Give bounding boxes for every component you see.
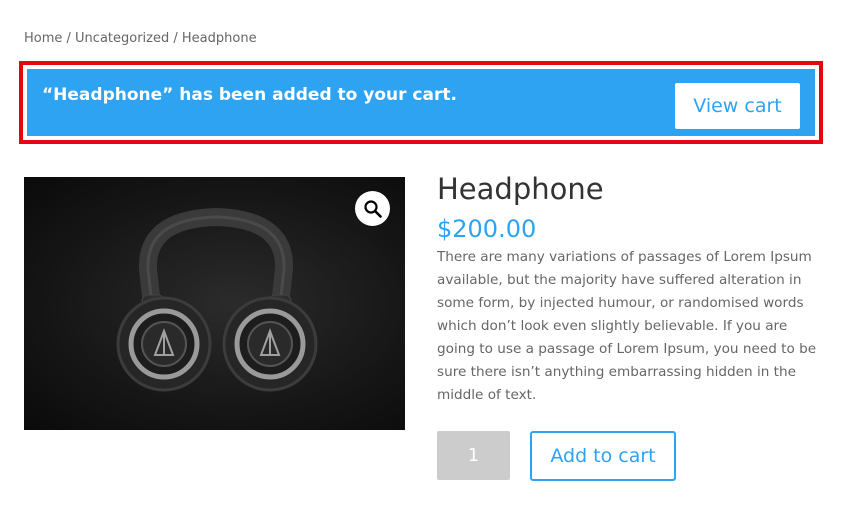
cart-notice: “Headphone” has been added to your cart.… [27,69,815,136]
add-to-cart-button[interactable]: Add to cart [530,431,676,481]
breadcrumb-current: Headphone [181,31,257,46]
product-description: There are many variations of passages of… [437,249,817,403]
product-image[interactable] [24,177,405,430]
view-cart-button[interactable]: View cart [675,83,800,129]
breadcrumb-home[interactable]: Home [24,31,62,46]
product-price: $200.00 [437,215,537,243]
zoom-button[interactable] [355,191,390,226]
headphone-image [116,207,318,392]
magnifier-icon [363,199,382,218]
breadcrumb: Home / Uncategorized / Headphone [24,31,257,46]
breadcrumb-category[interactable]: Uncategorized [75,31,169,46]
product-title: Headphone [437,172,604,206]
breadcrumb-separator: / [62,31,76,46]
quantity-input[interactable]: 1 [437,431,510,480]
cart-notice-message: “Headphone” has been added to your cart. [42,85,457,105]
breadcrumb-separator: / [169,31,182,46]
notice-highlight-frame: “Headphone” has been added to your cart.… [19,61,823,144]
